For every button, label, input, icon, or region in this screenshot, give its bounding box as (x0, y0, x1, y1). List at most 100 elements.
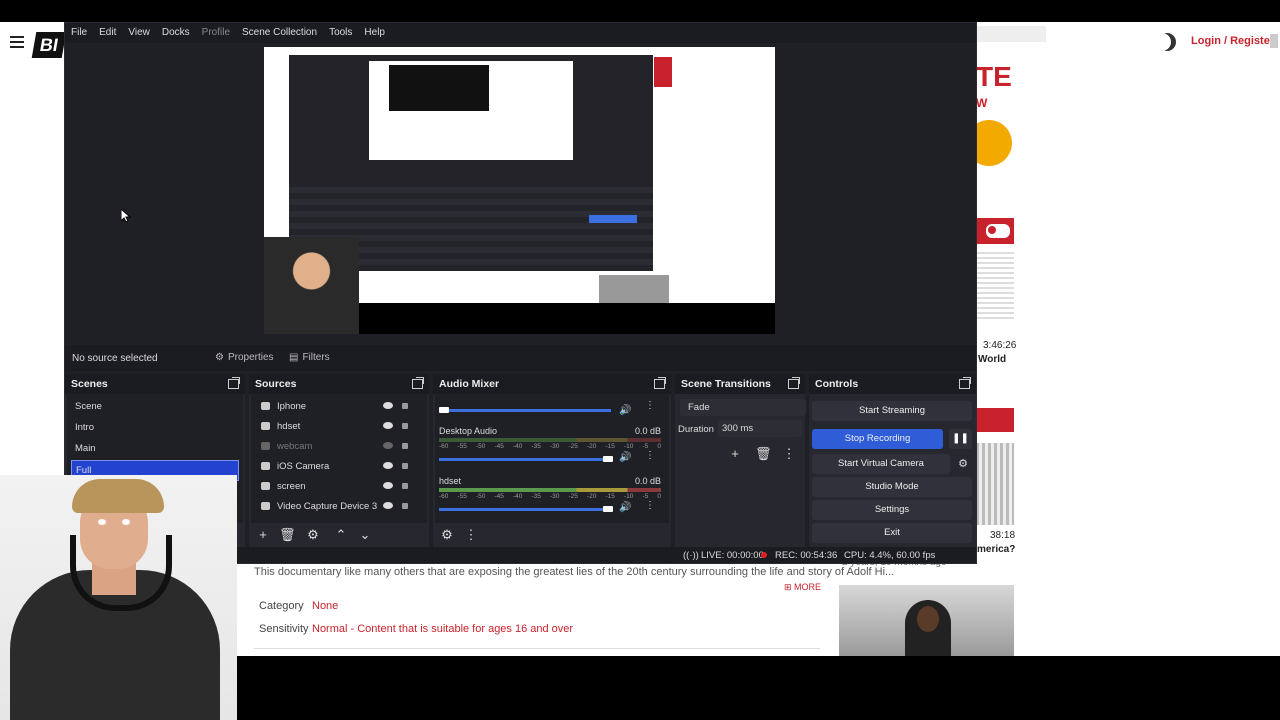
mic-icon (261, 482, 270, 490)
source-toolbar: No source selected ⚙ Properties ▤ Filter… (65, 345, 976, 371)
properties-label: Properties (227, 352, 274, 363)
undock-icon[interactable] (654, 377, 666, 389)
move-up-icon[interactable]: ⌃ (333, 527, 349, 543)
virtual-camera-gear-icon[interactable]: ⚙ (954, 454, 972, 474)
source-row[interactable]: webcam (255, 437, 415, 456)
volume-slider[interactable] (439, 409, 611, 412)
sensitivity-value[interactable]: Normal - Content that is suitable for ag… (312, 623, 573, 635)
kebab-menu-icon[interactable]: ⋮ (645, 501, 655, 511)
eye-icon[interactable] (383, 482, 393, 489)
webcam-eye (122, 519, 130, 525)
exit-button[interactable]: Exit (812, 523, 972, 543)
menu-help[interactable]: Help (358, 23, 391, 43)
mic-icon (261, 422, 270, 430)
scene-item[interactable]: Scene (71, 397, 237, 416)
transitions-header: Scene Transitions (675, 374, 805, 394)
rec-timer: REC: 00:54:36 (775, 550, 838, 561)
undock-icon[interactable] (959, 377, 971, 389)
kebab-menu-icon[interactable]: ⋮ (645, 451, 655, 461)
speaker-icon[interactable]: 🔊 (619, 405, 631, 416)
lock-icon[interactable] (402, 483, 408, 489)
lock-icon[interactable] (402, 403, 408, 409)
undock-icon[interactable] (228, 377, 240, 389)
menu-tools[interactable]: Tools (323, 23, 358, 43)
add-source-icon[interactable]: + (255, 527, 271, 543)
hamburger-menu-icon[interactable] (10, 36, 24, 48)
undock-icon[interactable] (412, 377, 424, 389)
gear-icon[interactable]: ⚙ (305, 527, 321, 543)
source-row[interactable]: Iphone (255, 397, 415, 416)
scene-item[interactable]: Main (71, 439, 237, 458)
eye-icon[interactable] (383, 422, 393, 429)
kebab-menu-icon[interactable]: ⋮ (781, 446, 797, 462)
page-scrollbar[interactable] (1270, 34, 1278, 48)
settings-button[interactable]: Settings (812, 500, 972, 520)
eye-icon[interactable] (383, 402, 393, 409)
add-transition-icon[interactable]: + (727, 446, 743, 462)
menu-profile[interactable]: Profile (196, 23, 236, 43)
source-row[interactable]: iOS Camera (255, 457, 415, 476)
scenes-header: Scenes (65, 374, 245, 394)
more-link[interactable]: ⊞ MORE (784, 582, 821, 593)
speaker-icon[interactable]: 🔊 (619, 502, 631, 513)
program-preview[interactable] (264, 47, 775, 334)
menu-edit[interactable]: Edit (93, 23, 122, 43)
filters-button[interactable]: ▤ Filters (283, 349, 336, 367)
lock-icon[interactable] (402, 463, 408, 469)
source-row[interactable]: Video Capture Device 3 (255, 497, 415, 516)
sources-footer: + 🗑 ⚙ ⌃ ⌄ (249, 523, 429, 547)
dark-mode-moon-icon[interactable] (1158, 33, 1176, 51)
volume-slider-knob[interactable] (603, 456, 613, 462)
video-thumbnail-archive[interactable] (976, 443, 1014, 525)
move-down-icon[interactable]: ⌄ (357, 527, 373, 543)
ad-banner[interactable]: TE W (976, 60, 1014, 220)
undock-icon[interactable] (788, 377, 800, 389)
volume-slider-knob[interactable] (439, 407, 449, 413)
studio-mode-button[interactable]: Studio Mode (812, 477, 972, 497)
properties-button[interactable]: ⚙ Properties (209, 349, 280, 367)
start-virtual-camera-button[interactable]: Start Virtual Camera (812, 454, 950, 474)
preview-nested-ad (654, 57, 672, 87)
kebab-menu-icon[interactable]: ⋮ (463, 527, 479, 543)
mixer-settings-icon[interactable]: ⚙ (439, 527, 455, 543)
video-title[interactable]: World (978, 354, 1006, 365)
source-name: Iphone (277, 401, 307, 412)
video-title[interactable]: merica? (977, 544, 1015, 555)
more-label: MORE (794, 582, 822, 592)
trash-icon[interactable]: 🗑 (755, 446, 772, 462)
stop-recording-button[interactable]: Stop Recording (812, 429, 943, 449)
menu-file[interactable]: File (65, 23, 93, 43)
controls-title: Controls (815, 378, 859, 390)
lock-icon[interactable] (402, 423, 408, 429)
scene-item[interactable]: Intro (71, 418, 237, 437)
menu-view[interactable]: View (122, 23, 156, 43)
lock-icon[interactable] (402, 443, 408, 449)
speaker-icon[interactable]: 🔊 (619, 452, 631, 463)
kebab-menu-icon[interactable]: ⋮ (645, 401, 655, 411)
source-row[interactable]: hdset (255, 417, 415, 436)
trash-icon[interactable]: 🗑 (279, 527, 296, 543)
video-thumbnail-newspaper[interactable] (976, 252, 1014, 322)
menu-docks[interactable]: Docks (156, 23, 196, 43)
eye-icon[interactable] (383, 462, 393, 469)
source-row[interactable]: screen (255, 477, 415, 496)
eye-icon[interactable] (383, 502, 393, 509)
start-streaming-button[interactable]: Start Streaming (812, 401, 972, 421)
pause-recording-icon[interactable]: ❚❚ (949, 429, 972, 449)
channel-db: 0.0 dB (634, 476, 661, 486)
duration-input[interactable]: 300 ms (718, 420, 802, 437)
channel-name: Desktop Audio (439, 426, 498, 436)
video-description: This documentary like many others that a… (254, 566, 895, 578)
cpu-status: CPU: 4.4%, 60.00 fps (844, 550, 936, 561)
transitions-title: Scene Transitions (681, 378, 771, 390)
category-value[interactable]: None (312, 600, 338, 612)
eye-hidden-icon[interactable] (383, 442, 393, 449)
volume-slider-knob[interactable] (603, 506, 613, 512)
login-register-link[interactable]: Login / Register (1191, 35, 1274, 47)
volume-slider[interactable] (439, 508, 611, 511)
menu-scene-collection[interactable]: Scene Collection (236, 23, 323, 43)
volume-slider[interactable] (439, 458, 611, 461)
site-logo[interactable]: BI (31, 32, 67, 58)
transition-select[interactable]: Fade (680, 399, 806, 416)
lock-icon[interactable] (402, 503, 408, 509)
